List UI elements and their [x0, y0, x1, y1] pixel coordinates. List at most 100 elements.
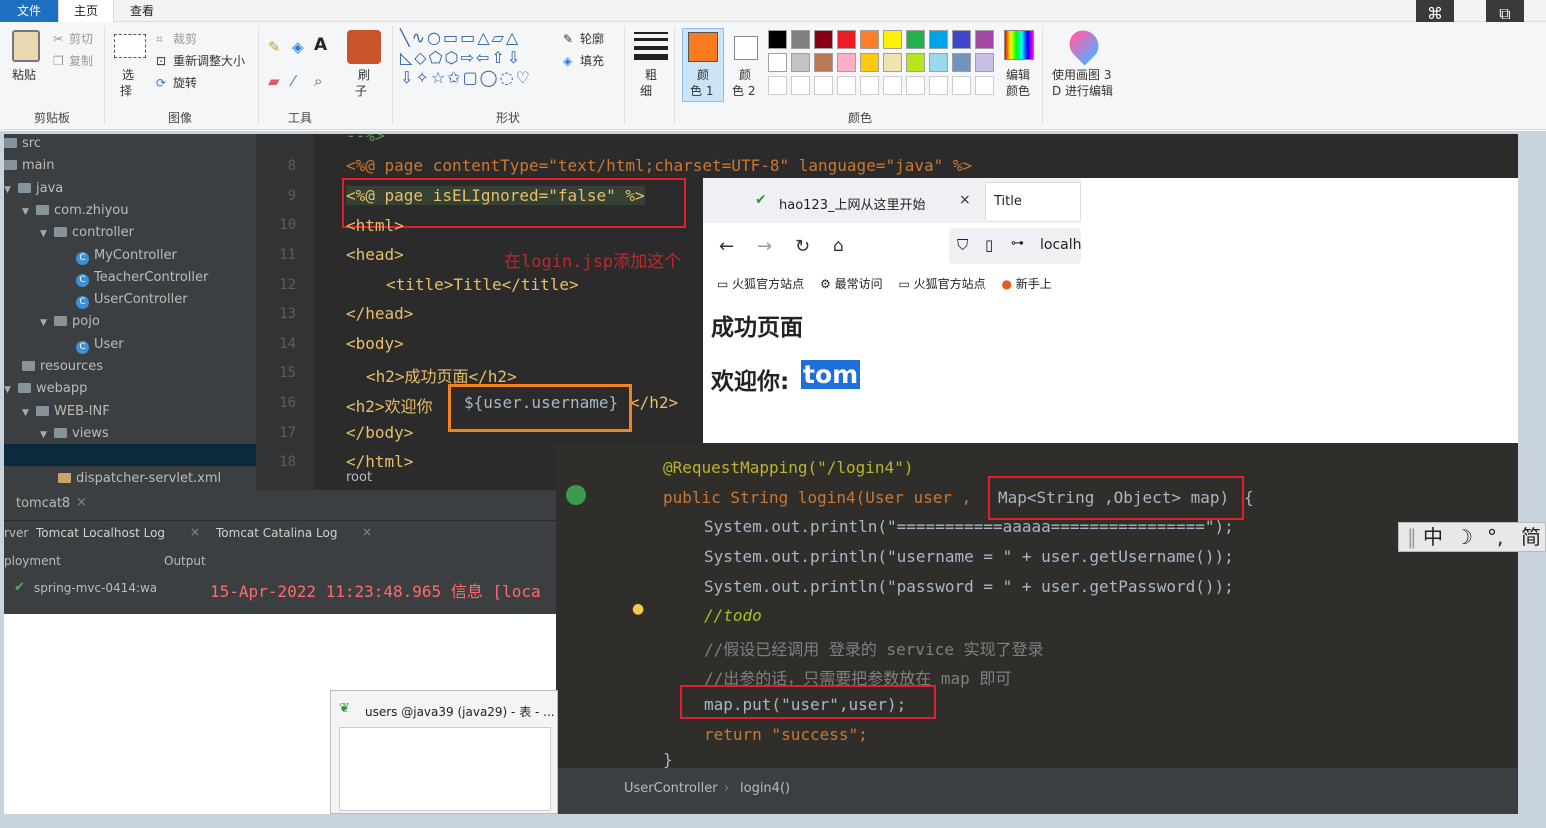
lightbulb-icon[interactable]: ●: [632, 601, 644, 617]
tree-item[interactable]: ▼ webapp: [4, 379, 87, 399]
drag-handle-icon[interactable]: ∥: [1407, 523, 1417, 551]
color-swatch[interactable]: [906, 30, 925, 49]
custom-color-slot[interactable]: [929, 76, 948, 95]
moon-icon[interactable]: ☽: [1455, 523, 1473, 551]
rotate-button[interactable]: 旋转: [173, 76, 197, 91]
edit-colors-button-line2[interactable]: 颜色: [1006, 84, 1030, 99]
size-icon[interactable]: [634, 32, 668, 34]
pasted-screenshot[interactable]: src main ▼ java ▼ com.zhiyou ▼ controller C MyCon…: [4, 134, 1518, 814]
tree-item[interactable]: main: [4, 156, 54, 176]
spring-bean-icon[interactable]: [566, 485, 586, 505]
ime-punctuation[interactable]: °,: [1487, 523, 1503, 551]
back-icon[interactable]: ←: [719, 236, 734, 257]
bookmark-item[interactable]: 最常访问: [835, 277, 883, 291]
color-swatch[interactable]: [929, 30, 948, 49]
chevron-down-icon[interactable]: ▼: [4, 180, 14, 200]
tab-localhost-log[interactable]: Tomcat Localhost Log: [36, 526, 165, 540]
paint3d-icon[interactable]: [1063, 24, 1105, 66]
color-swatch[interactable]: [952, 53, 971, 72]
color-swatch[interactable]: [975, 53, 994, 72]
color-swatch[interactable]: [814, 53, 833, 72]
size-button[interactable]: 粗: [645, 68, 657, 83]
custom-color-slot[interactable]: [883, 76, 902, 95]
tree-item[interactable]: C UserController: [76, 290, 188, 310]
custom-color-slot[interactable]: [952, 76, 971, 95]
magnifier-icon[interactable]: ⌕: [314, 74, 322, 89]
tree-item[interactable]: ▼ views: [40, 424, 109, 444]
tree-item[interactable]: dispatcher-servlet.xml: [58, 469, 221, 489]
color-swatch[interactable]: [837, 30, 856, 49]
tree-item[interactable]: C User: [76, 335, 124, 355]
color-swatch[interactable]: [883, 53, 902, 72]
paste-button[interactable]: 粘贴: [12, 68, 36, 83]
chevron-down-icon[interactable]: ▼: [22, 403, 32, 423]
forward-icon[interactable]: →: [757, 236, 772, 257]
paste-icon[interactable]: [12, 30, 40, 62]
tree-item[interactable]: ▼ controller: [40, 223, 134, 243]
color-swatch[interactable]: [768, 53, 787, 72]
chevron-down-icon[interactable]: ▼: [40, 313, 50, 333]
fill-button[interactable]: 填充: [580, 54, 604, 69]
crop-button[interactable]: 裁剪: [173, 32, 197, 47]
tree-item[interactable]: ▼ pojo: [40, 312, 100, 332]
color2-swatch[interactable]: [734, 36, 758, 60]
brush-icon[interactable]: [347, 30, 381, 64]
select-button-line2[interactable]: 择: [120, 84, 132, 99]
color-swatch[interactable]: [837, 53, 856, 72]
tab-view[interactable]: 查看: [114, 0, 170, 22]
chevron-down-icon[interactable]: ▼: [40, 224, 50, 244]
taskbar-thumbnail[interactable]: ❦ users @java39 (java29) - 表 - ...: [330, 690, 558, 814]
paint3d-button[interactable]: 使用画图 3: [1052, 68, 1111, 83]
resize-button[interactable]: 重新调整大小: [173, 54, 245, 69]
reload-icon[interactable]: ↻: [795, 236, 810, 257]
breadcrumb-class[interactable]: UserController: [624, 781, 718, 796]
tree-item[interactable]: C TeacherController: [76, 268, 208, 288]
tree-item[interactable]: resources: [22, 357, 103, 377]
address-bar[interactable]: ⛉ ▯ ⊶ localh: [949, 228, 1082, 264]
custom-color-slot[interactable]: [814, 76, 833, 95]
size-button-line2[interactable]: 细: [640, 84, 652, 99]
color-swatch[interactable]: [860, 30, 879, 49]
breadcrumb-method[interactable]: login4(): [740, 781, 790, 796]
custom-color-slot[interactable]: [906, 76, 925, 95]
chevron-down-icon[interactable]: ▼: [4, 380, 14, 400]
custom-color-slot[interactable]: [768, 76, 787, 95]
tab-server[interactable]: rver: [4, 526, 28, 540]
java-editor[interactable]: @RequestMapping("/login4") public String…: [556, 443, 1518, 814]
color-swatch[interactable]: [906, 53, 925, 72]
chevron-down-icon[interactable]: ▼: [40, 425, 50, 445]
color-swatch[interactable]: [975, 30, 994, 49]
color-swatch[interactable]: [814, 30, 833, 49]
outline-button[interactable]: 轮廓: [580, 32, 604, 47]
fill-bucket-icon[interactable]: ◈: [292, 40, 304, 55]
eraser-icon[interactable]: ▰: [268, 74, 280, 89]
color-picker-icon[interactable]: ⁄: [292, 74, 295, 89]
edit-colors-icon[interactable]: [1004, 30, 1034, 60]
custom-color-slot[interactable]: [860, 76, 879, 95]
tab-home[interactable]: 主页: [58, 0, 114, 22]
pencil-icon[interactable]: ✎: [268, 40, 281, 55]
custom-color-slot[interactable]: [791, 76, 810, 95]
shapes-gallery-row3-icon[interactable]: ⇩✧☆✩▢◯◌♡: [400, 70, 532, 86]
tree-item[interactable]: src: [4, 134, 41, 154]
copy-button[interactable]: 复制: [69, 54, 93, 69]
color-swatch[interactable]: [952, 30, 971, 49]
artifact-name[interactable]: spring-mvc-0414:wa: [34, 581, 157, 595]
close-icon[interactable]: ×: [76, 495, 87, 510]
browser-window[interactable]: ✔ hao123_上网从这里开始 × Title ← → ↻ ⌂ ⛉ ▯ ⊶ l…: [703, 178, 1518, 443]
close-icon[interactable]: ×: [362, 525, 372, 539]
cut-button[interactable]: 剪切: [69, 32, 93, 47]
brush-button[interactable]: 刷: [358, 68, 370, 83]
bookmark-item[interactable]: 火狐官方站点: [914, 277, 986, 291]
chevron-down-icon[interactable]: ▼: [22, 202, 32, 222]
select-icon[interactable]: [114, 34, 146, 58]
ime-toolbar[interactable]: ∥ 中 ☽ °, 简: [1398, 522, 1546, 552]
shapes-gallery-icon[interactable]: ╲∿○▭▭△▱△: [400, 30, 520, 46]
color2-label[interactable]: 颜: [739, 68, 751, 83]
custom-color-slot[interactable]: [837, 76, 856, 95]
tree-item[interactable]: ▼ WEB-INF: [22, 402, 110, 422]
close-icon[interactable]: ×: [190, 525, 200, 539]
select-button[interactable]: 选: [122, 68, 134, 83]
color2-label-line2[interactable]: 色 2: [732, 84, 755, 99]
tab-file[interactable]: 文件: [0, 0, 58, 22]
